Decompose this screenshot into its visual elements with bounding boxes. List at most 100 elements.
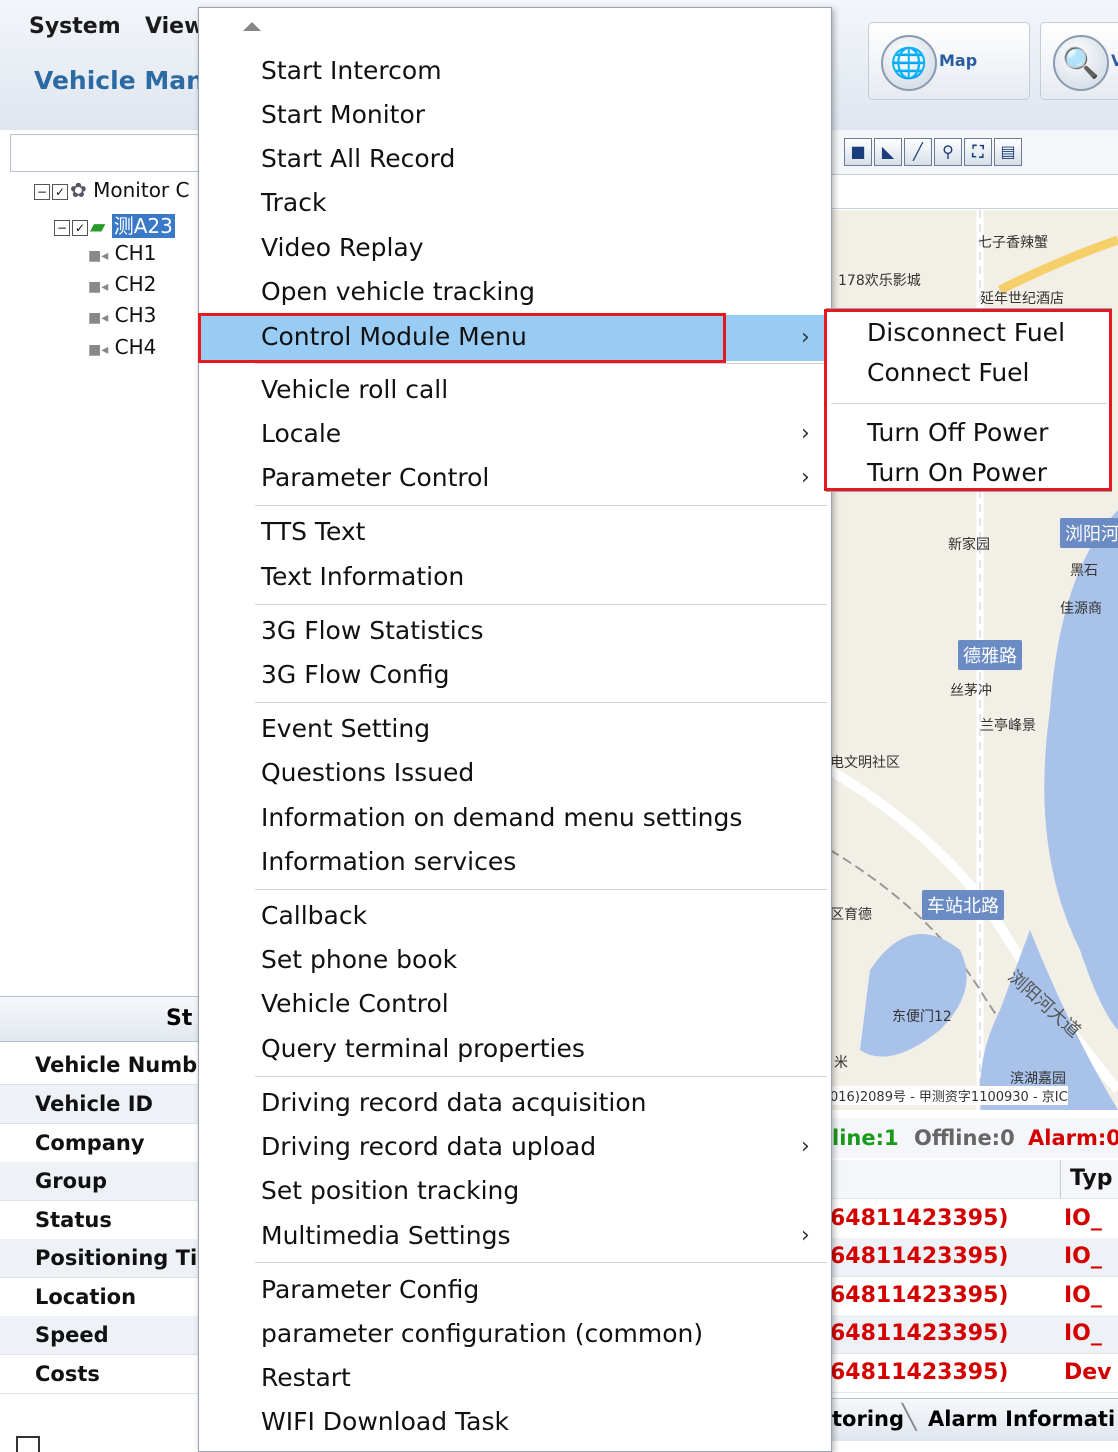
menu-item-event-setting[interactable]: Event Setting (199, 710, 831, 750)
property-label: Vehicle ID (35, 1092, 153, 1116)
menu-item-text-information[interactable]: Text Information (199, 558, 831, 598)
chevron-right-icon: › (801, 325, 810, 350)
chevron-right-icon: › (801, 465, 810, 490)
rect-tool-icon[interactable]: ■ (844, 138, 872, 166)
menu-item-label: 3G Flow Statistics (261, 616, 484, 645)
menu-item-multimedia-settings[interactable]: Multimedia Settings › (199, 1217, 831, 1257)
tree-channel[interactable]: ■◂ CH2 (88, 272, 156, 296)
tree-node-monitor[interactable]: − ✓ ✿ Monitor C (34, 178, 189, 202)
menu-separator (255, 1076, 827, 1077)
alarm-grid: Typ 64811423395) IO_ 64811423395) IO_ 6481… (830, 1160, 1118, 1396)
tree-channel[interactable]: ■◂ CH3 (88, 303, 156, 327)
collapse-icon[interactable]: − (54, 219, 70, 236)
tab-separator: ╲ (902, 1403, 917, 1431)
chevron-right-icon: › (801, 1134, 810, 1159)
layout-icon[interactable]: ▤ (994, 138, 1022, 166)
map-poi: 电文明社区 (830, 755, 900, 771)
table-row[interactable]: 64811423395) IO_ (830, 1277, 1118, 1316)
property-label: Vehicle Numbe (35, 1053, 212, 1077)
menu-item-label: Locale (261, 419, 342, 448)
camera-icon: ■◂ (88, 342, 109, 358)
property-row: Group (0, 1162, 200, 1201)
camera-icon: ■◂ (88, 310, 109, 326)
menu-item-query-terminal-properties[interactable]: Query terminal properties (199, 1030, 831, 1070)
tab-status[interactable]: St (166, 1006, 192, 1031)
menu-item-start-monitor[interactable]: Start Monitor (199, 96, 831, 136)
map-road-label: 浏阳河 (1060, 518, 1118, 548)
vehicle-label: 测A23 (111, 214, 175, 238)
menu-item-parameter-configuration-common[interactable]: parameter configuration (common) (199, 1315, 831, 1355)
polygon-tool-icon[interactable]: ◣ (874, 138, 902, 166)
map-address-bar (830, 176, 1118, 209)
table-row[interactable]: 64811423395) IO_ (830, 1238, 1118, 1277)
map-road-label: 德雅路 (958, 640, 1022, 670)
video-button[interactable]: 🔍 V (1040, 22, 1118, 100)
column-header-type[interactable]: Typ (1070, 1166, 1113, 1191)
menu-item-information-on-demand[interactable]: Information on demand menu settings (199, 799, 831, 839)
map-button[interactable]: 🌐 Map (868, 22, 1030, 100)
menu-item-set-phone-book[interactable]: Set phone book (199, 941, 831, 981)
menu-item-wifi-download-task[interactable]: WIFI Download Task (199, 1403, 831, 1443)
menu-item-label: Start Monitor (261, 100, 426, 129)
menu-item-track[interactable]: Track (199, 184, 831, 224)
property-label: Positioning Ti (35, 1246, 198, 1270)
table-row[interactable]: 64811423395) IO_ (830, 1200, 1118, 1239)
collapse-icon[interactable]: − (34, 183, 50, 200)
menu-separator (255, 505, 827, 506)
line-tool-icon[interactable]: ╱ (904, 138, 932, 166)
menu-item-vehicle-control[interactable]: Vehicle Control (199, 985, 831, 1025)
menu-item-locale[interactable]: Locale › (199, 415, 831, 455)
property-row: Status (0, 1201, 200, 1240)
table-row[interactable]: 64811423395) Dev (830, 1354, 1118, 1393)
cell-type: Dev (1064, 1360, 1112, 1385)
tab-alarm-information[interactable]: Alarm Informati (928, 1407, 1115, 1431)
tree-channel[interactable]: ■◂ CH4 (88, 335, 156, 359)
offline-count: Offline:0 (914, 1126, 1015, 1150)
menu-view[interactable]: View (145, 14, 204, 39)
map-poi: 七子香辣蟹 (978, 235, 1048, 251)
checkbox-icon[interactable]: ✓ (52, 183, 68, 200)
menu-item-tts-text[interactable]: TTS Text (199, 513, 831, 553)
vehicle-icon: ▰ (90, 214, 106, 238)
menu-item-driving-record-upload[interactable]: Driving record data upload › (199, 1128, 831, 1168)
cell-id: 64811423395) (830, 1206, 1009, 1231)
cell-type: IO_ (1064, 1244, 1102, 1269)
menu-item-callback[interactable]: Callback (199, 897, 831, 937)
menu-item-parameter-control[interactable]: Parameter Control › (199, 459, 831, 499)
checkbox-icon[interactable]: ✓ (72, 219, 88, 236)
menu-item-start-intercom[interactable]: Start Intercom (199, 52, 831, 92)
search-icon[interactable]: ⚲ (934, 138, 962, 166)
channel-label: CH4 (114, 335, 157, 359)
menu-item-vehicle-roll-call[interactable]: Vehicle roll call (199, 371, 831, 411)
menu-item-restart[interactable]: Restart (199, 1359, 831, 1399)
menu-item-start-all-record[interactable]: Start All Record (199, 140, 831, 180)
menu-item-driving-record-acquisition[interactable]: Driving record data acquisition (199, 1084, 831, 1124)
property-row: Company (0, 1124, 200, 1163)
cell-type: IO_ (1064, 1321, 1102, 1346)
cell-id: 64811423395) (830, 1244, 1009, 1269)
video-button-label: V (1111, 51, 1118, 70)
menu-item-3g-flow-statistics[interactable]: 3G Flow Statistics (199, 612, 831, 652)
map-poi: 黑石 (1070, 563, 1098, 579)
menu-item-label: Information services (261, 847, 517, 876)
fullscreen-icon[interactable]: ⛶ (964, 138, 992, 166)
tree-channel[interactable]: ■◂ CH1 (88, 241, 156, 265)
menu-item-label: Set position tracking (261, 1176, 520, 1205)
scroll-up-icon[interactable] (243, 22, 261, 31)
property-row: Vehicle ID (0, 1085, 200, 1124)
menu-item-video-replay[interactable]: Video Replay (199, 229, 831, 269)
channel-label: CH1 (114, 241, 157, 265)
table-row[interactable]: 64811423395) IO_ (830, 1315, 1118, 1354)
menu-item-information-services[interactable]: Information services (199, 843, 831, 883)
menu-system[interactable]: System (29, 14, 121, 39)
menu-item-3g-flow-config[interactable]: 3G Flow Config (199, 656, 831, 696)
property-row: Positioning Ti (0, 1239, 200, 1278)
menu-item-parameter-config[interactable]: Parameter Config (199, 1271, 831, 1311)
tree-node-vehicle[interactable]: − ✓ ▰ 测A23 (54, 210, 175, 239)
cell-id: 64811423395) (830, 1360, 1009, 1385)
menu-item-set-position-tracking[interactable]: Set position tracking (199, 1172, 831, 1212)
menu-item-questions-issued[interactable]: Questions Issued (199, 754, 831, 794)
menu-item-open-vehicle-tracking[interactable]: Open vehicle tracking (199, 273, 831, 313)
tree-search-input[interactable] (10, 134, 202, 172)
tab-monitoring[interactable]: toring (832, 1407, 904, 1431)
